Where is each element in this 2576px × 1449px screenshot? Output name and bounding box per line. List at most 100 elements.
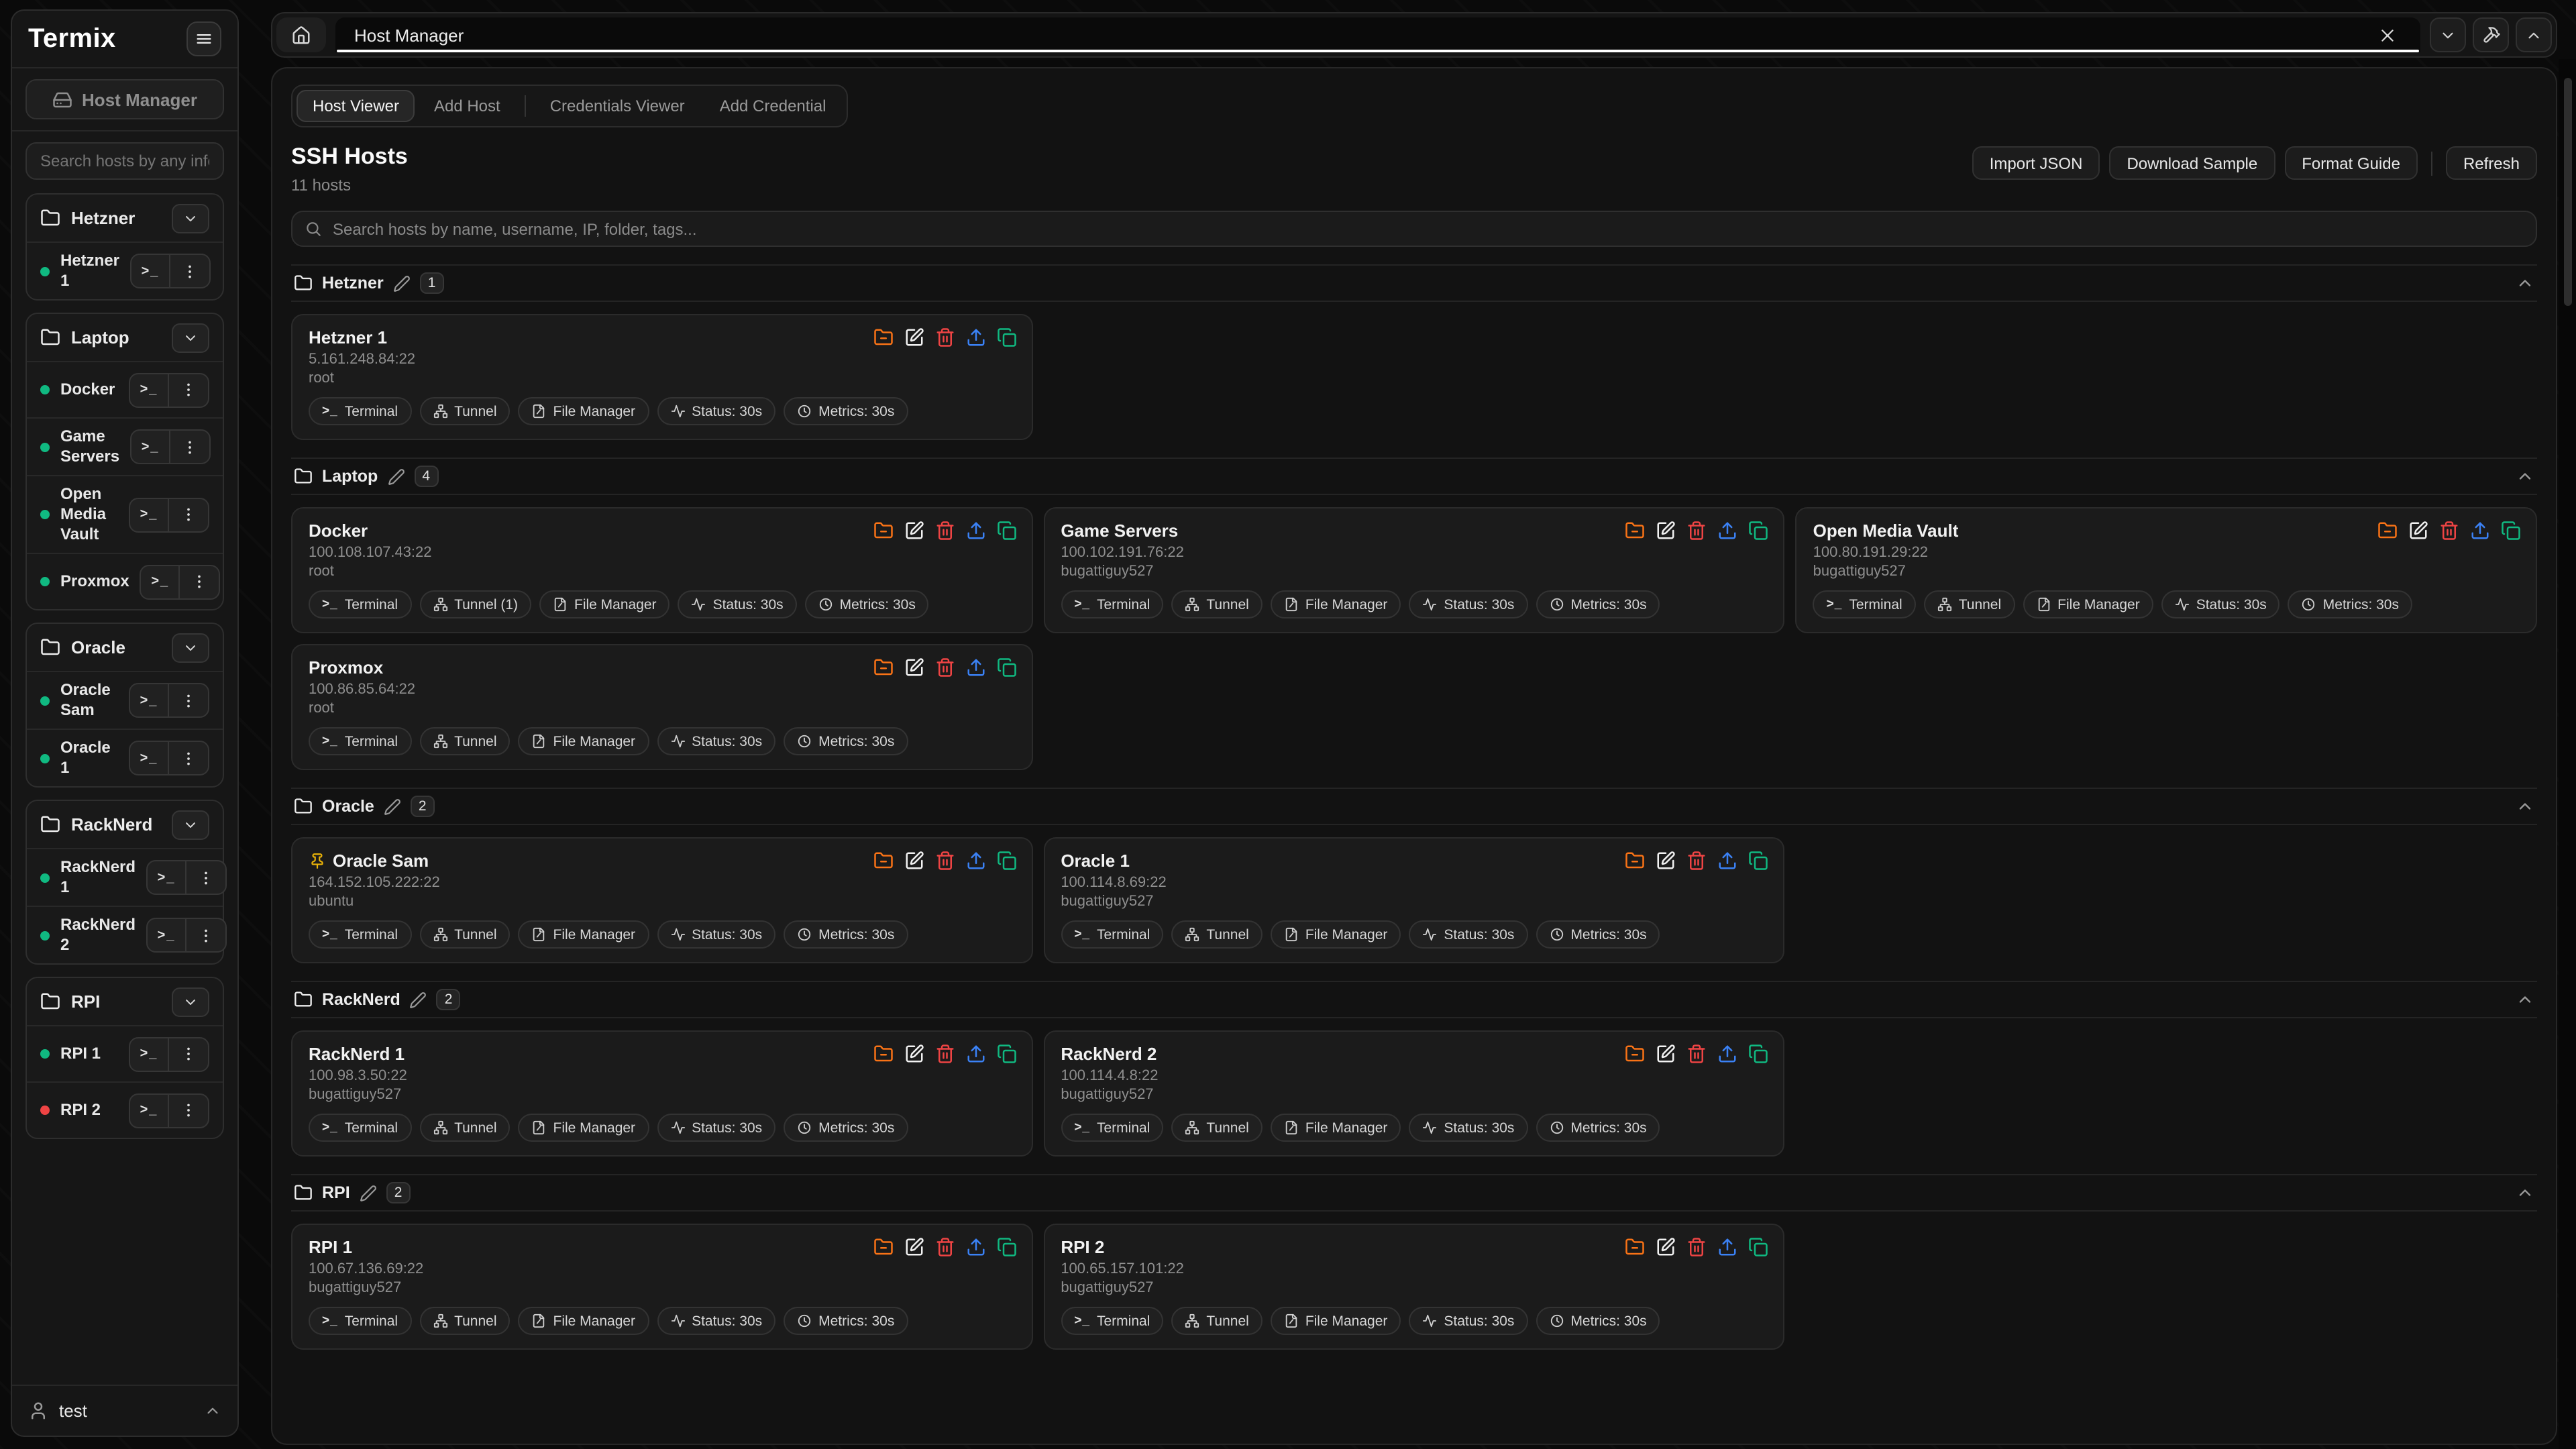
terminal-button[interactable]: >_ (130, 374, 169, 406)
file-manager-chip[interactable]: File Manager (519, 397, 649, 425)
scrollbar[interactable] (2559, 59, 2576, 1449)
remove-from-folder-icon[interactable] (1625, 851, 1646, 871)
edit-folder-icon[interactable] (410, 991, 427, 1008)
delete-host-icon[interactable] (934, 657, 955, 678)
folder-collapse-button[interactable] (172, 987, 209, 1016)
delete-host-icon[interactable] (934, 1044, 955, 1064)
remove-from-folder-icon[interactable] (2377, 521, 2398, 541)
host-menu-button[interactable] (169, 498, 208, 531)
delete-host-icon[interactable] (1687, 851, 1707, 871)
scrollbar-thumb[interactable] (2564, 78, 2572, 306)
home-button[interactable] (276, 17, 326, 52)
metrics-chip[interactable]: Metrics: 30s (1536, 1114, 1660, 1142)
edit-host-icon[interactable] (1656, 1044, 1676, 1064)
tunnel-chip[interactable]: Tunnel (1171, 1307, 1262, 1335)
file-manager-chip[interactable]: File Manager (1271, 590, 1401, 619)
edit-folder-icon[interactable] (360, 1184, 377, 1201)
terminal-button[interactable]: >_ (130, 684, 169, 716)
delete-host-icon[interactable] (2439, 521, 2459, 541)
tunnel-chip[interactable]: Tunnel (1171, 920, 1262, 949)
sidebar-host-item[interactable]: Open Media Vault >_ (27, 475, 223, 553)
tunnel-chip[interactable]: Tunnel (419, 1114, 510, 1142)
metrics-chip[interactable]: Metrics: 30s (784, 727, 908, 755)
edit-host-icon[interactable] (1656, 851, 1676, 871)
sidebar-host-item[interactable]: Hetzner 1 >_ (27, 241, 223, 299)
status-chip[interactable]: Status: 30s (657, 397, 775, 425)
edit-host-icon[interactable] (1656, 521, 1676, 541)
sidebar-host-item[interactable]: Docker >_ (27, 361, 223, 417)
export-host-icon[interactable] (965, 851, 985, 871)
edit-host-icon[interactable] (904, 521, 924, 541)
delete-host-icon[interactable] (934, 521, 955, 541)
delete-host-icon[interactable] (1687, 521, 1707, 541)
duplicate-host-icon[interactable] (1749, 851, 1769, 871)
metrics-chip[interactable]: Metrics: 30s (1536, 1307, 1660, 1335)
duplicate-host-icon[interactable] (996, 657, 1016, 678)
terminal-chip[interactable]: >_Terminal (1061, 590, 1163, 619)
metrics-chip[interactable]: Metrics: 30s (2288, 590, 2412, 619)
tunnel-chip[interactable]: Tunnel (419, 1307, 510, 1335)
sidebar-host-item[interactable]: RackNerd 2 >_ (27, 906, 223, 963)
remove-from-folder-icon[interactable] (873, 327, 893, 347)
section-collapse-icon[interactable] (2516, 990, 2534, 1009)
remove-from-folder-icon[interactable] (1625, 1237, 1646, 1257)
remove-from-folder-icon[interactable] (873, 1044, 893, 1064)
section-collapse-icon[interactable] (2516, 1183, 2534, 1202)
edit-folder-icon[interactable] (393, 274, 411, 292)
terminal-button[interactable]: >_ (130, 498, 169, 531)
terminal-chip[interactable]: >_Terminal (1813, 590, 1916, 619)
sidebar-host-item[interactable]: Oracle 1 >_ (27, 729, 223, 786)
sidebar-folder-header[interactable]: Laptop (27, 314, 223, 361)
edit-folder-icon[interactable] (384, 798, 401, 815)
terminal-chip[interactable]: >_Terminal (309, 397, 411, 425)
tab-host-viewer[interactable]: Host Viewer (297, 90, 415, 122)
terminal-button[interactable]: >_ (131, 255, 170, 287)
duplicate-host-icon[interactable] (996, 1237, 1016, 1257)
host-menu-button[interactable] (169, 1094, 208, 1126)
terminal-chip[interactable]: >_Terminal (309, 1307, 411, 1335)
terminal-chip[interactable]: >_Terminal (1061, 1307, 1163, 1335)
export-host-icon[interactable] (1718, 1044, 1738, 1064)
file-manager-chip[interactable]: File Manager (519, 1114, 649, 1142)
admin-tools-button[interactable] (2473, 17, 2509, 52)
terminal-button[interactable]: >_ (130, 1094, 169, 1126)
host-menu-button[interactable] (186, 919, 225, 951)
remove-from-folder-icon[interactable] (873, 657, 893, 678)
sidebar-folder-header[interactable]: RPI (27, 978, 223, 1025)
duplicate-host-icon[interactable] (996, 327, 1016, 347)
sidebar-host-manager-button[interactable]: Host Manager (25, 79, 224, 119)
delete-host-icon[interactable] (934, 327, 955, 347)
tab-add-host[interactable]: Add Host (418, 90, 517, 122)
tab-add-credential[interactable]: Add Credential (704, 90, 843, 122)
file-manager-chip[interactable]: File Manager (519, 920, 649, 949)
edit-host-icon[interactable] (904, 657, 924, 678)
tab-credentials-viewer[interactable]: Credentials Viewer (534, 90, 701, 122)
status-chip[interactable]: Status: 30s (657, 1307, 775, 1335)
host-menu-button[interactable] (169, 742, 208, 774)
remove-from-folder-icon[interactable] (873, 521, 893, 541)
sidebar-search-input[interactable] (25, 142, 224, 180)
import-json-button[interactable]: Import JSON (1972, 146, 2100, 180)
export-host-icon[interactable] (965, 657, 985, 678)
file-manager-chip[interactable]: File Manager (1271, 1114, 1401, 1142)
metrics-chip[interactable]: Metrics: 30s (784, 1114, 908, 1142)
sidebar-folder-header[interactable]: RackNerd (27, 801, 223, 848)
status-chip[interactable]: Status: 30s (1409, 1307, 1527, 1335)
host-menu-button[interactable] (169, 1038, 208, 1070)
status-chip[interactable]: Status: 30s (2161, 590, 2280, 619)
file-manager-chip[interactable]: File Manager (519, 727, 649, 755)
delete-host-icon[interactable] (934, 1237, 955, 1257)
status-chip[interactable]: Status: 30s (657, 1114, 775, 1142)
sidebar-host-item[interactable]: Game Servers >_ (27, 417, 223, 475)
remove-from-folder-icon[interactable] (873, 1237, 893, 1257)
terminal-chip[interactable]: >_Terminal (309, 727, 411, 755)
sidebar-host-item[interactable]: RPI 1 >_ (27, 1025, 223, 1081)
refresh-button[interactable]: Refresh (2446, 146, 2537, 180)
folder-collapse-button[interactable] (172, 810, 209, 839)
edit-host-icon[interactable] (1656, 1237, 1676, 1257)
terminal-chip[interactable]: >_Terminal (1061, 920, 1163, 949)
delete-host-icon[interactable] (1687, 1044, 1707, 1064)
section-collapse-icon[interactable] (2516, 467, 2534, 486)
sidebar-host-item[interactable]: RackNerd 1 >_ (27, 848, 223, 906)
host-menu-button[interactable] (180, 566, 219, 598)
